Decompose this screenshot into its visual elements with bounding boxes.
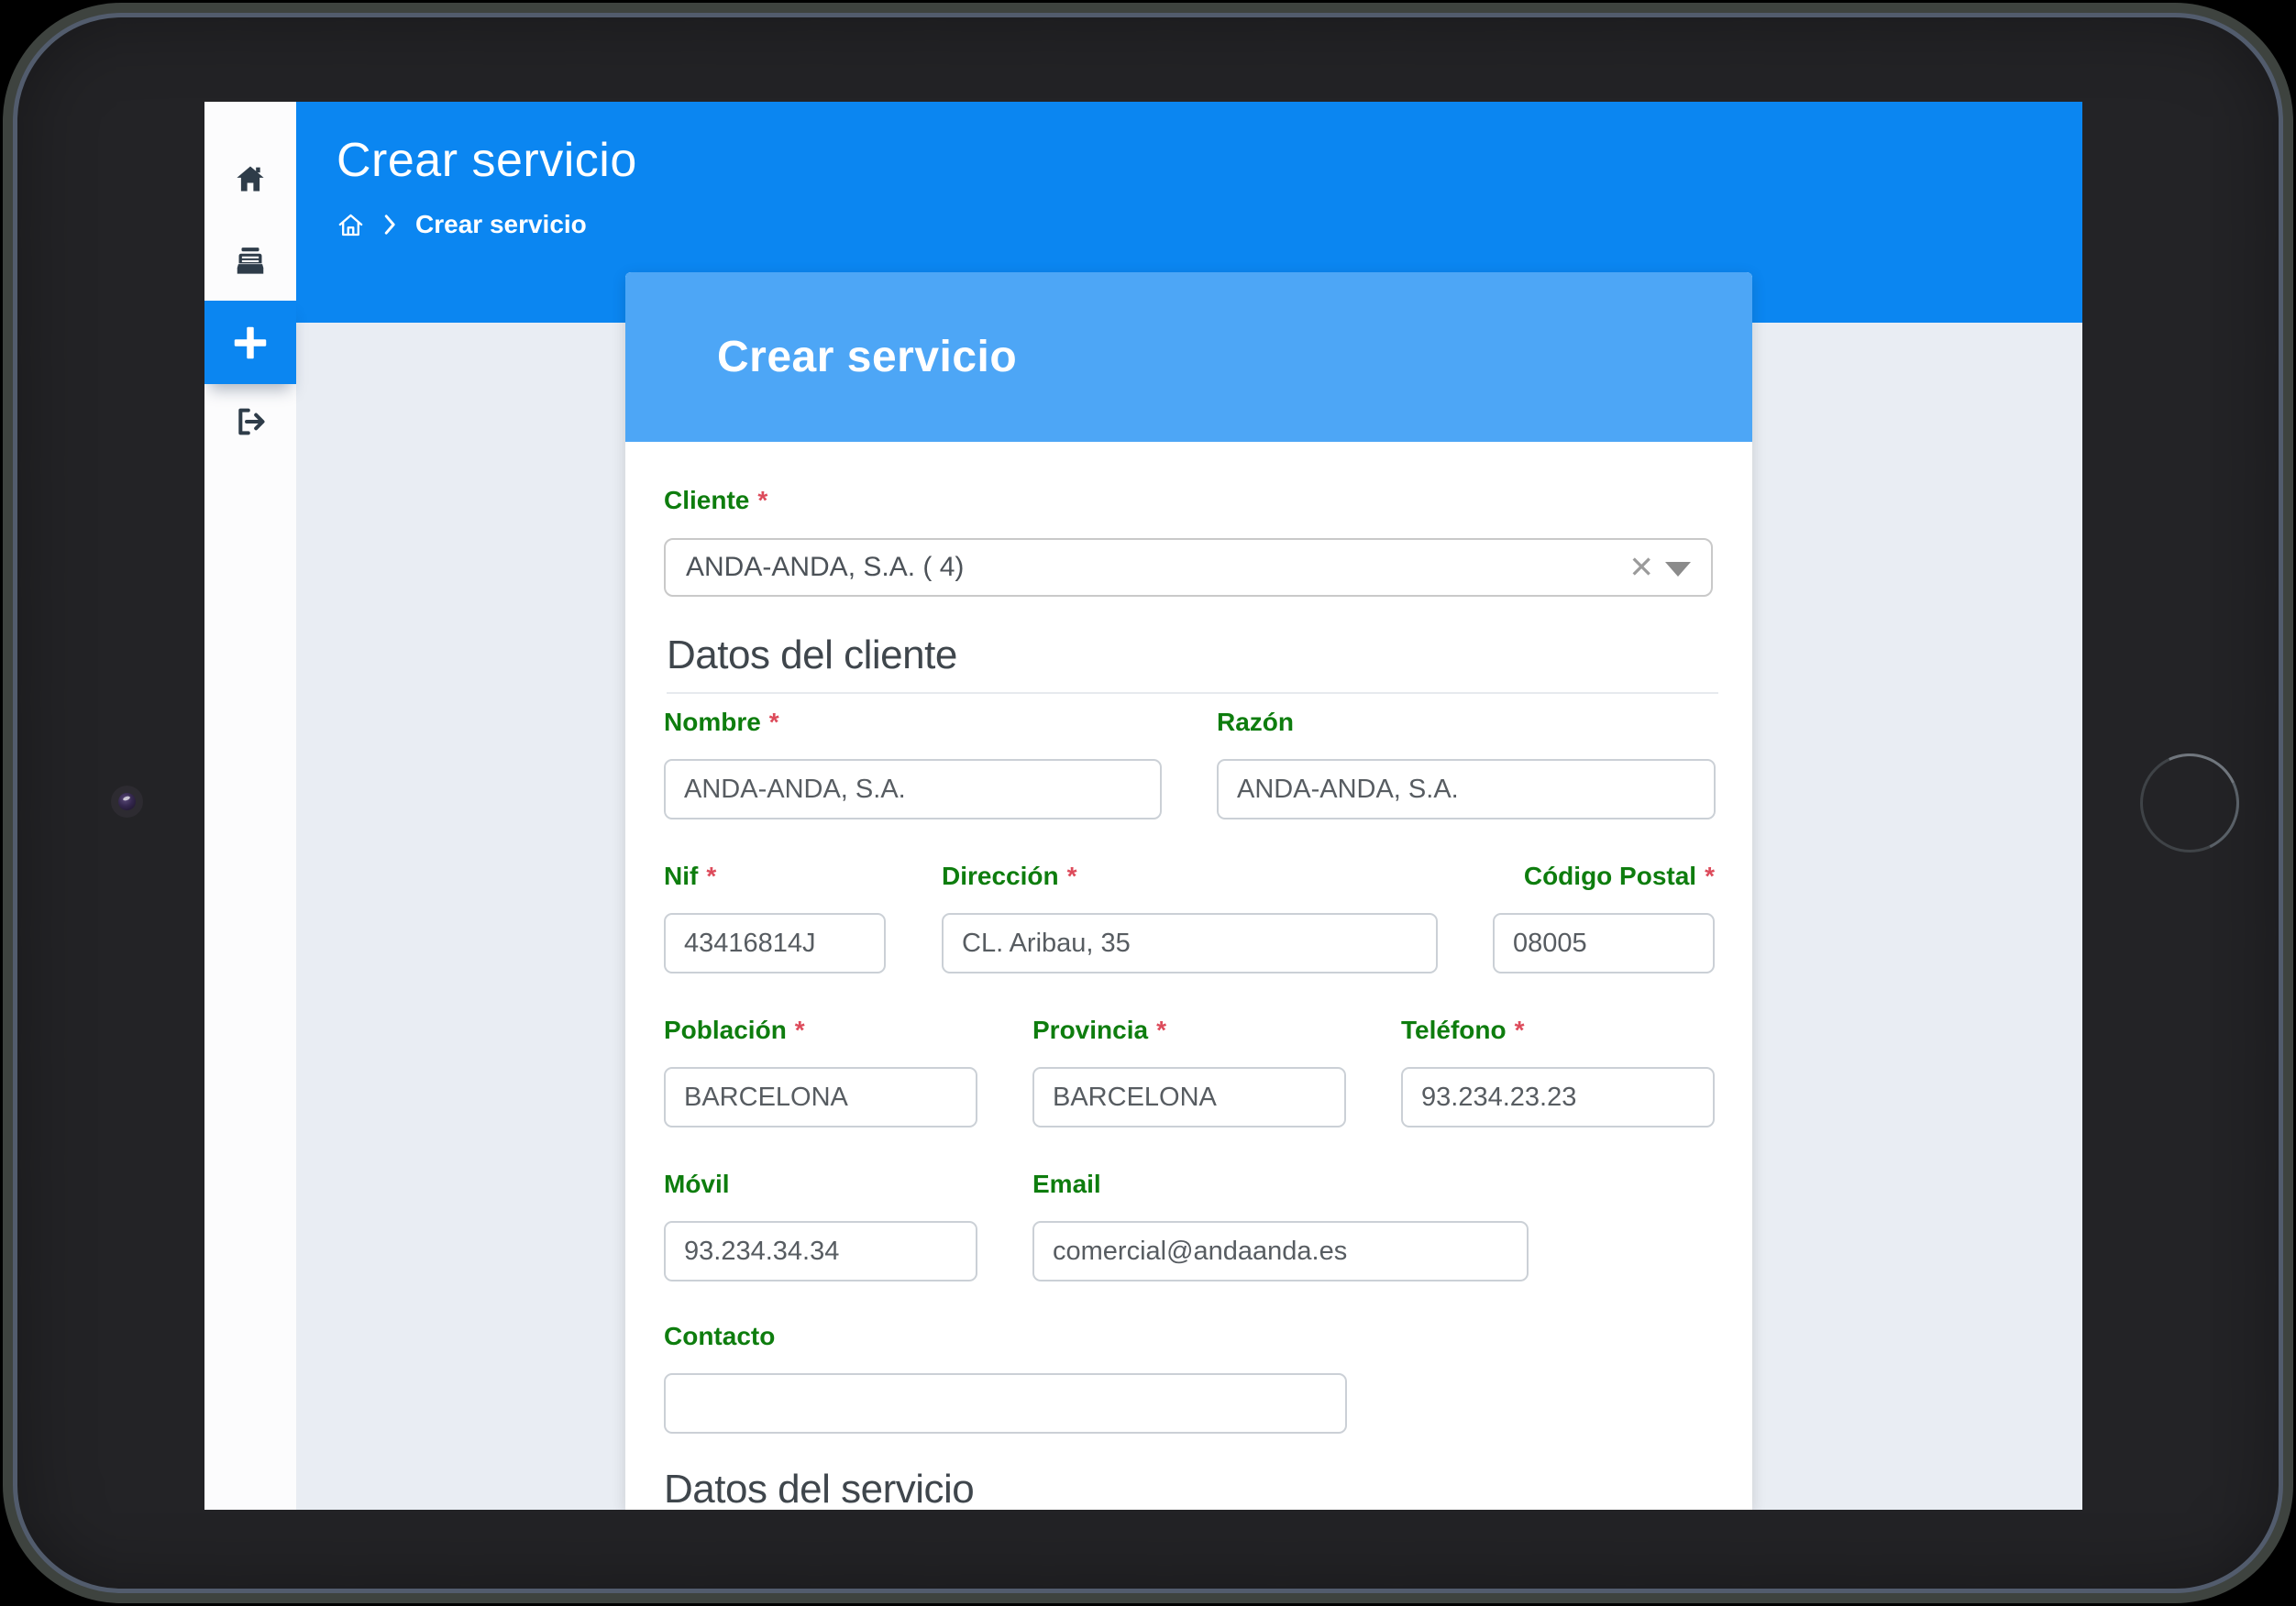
required-asterisk: *: [1705, 862, 1715, 890]
logout-icon: [234, 405, 267, 438]
section-title-datos-servicio: Datos del servicio: [664, 1466, 974, 1510]
email-input[interactable]: [1032, 1221, 1529, 1282]
required-asterisk: *: [1156, 1016, 1166, 1044]
telefono-label: Teléfono*: [1401, 1015, 1715, 1046]
field-poblacion: Población*: [664, 1015, 977, 1128]
section-title-datos-cliente: Datos del cliente: [667, 632, 957, 679]
sidebar-item-print[interactable]: [204, 245, 296, 278]
provincia-label: Provincia*: [1032, 1015, 1346, 1046]
contacto-label: Contacto: [664, 1321, 1347, 1352]
create-service-card: Crear servicio Cliente* ANDA-ANDA, S.A. …: [625, 272, 1752, 1510]
app-screen: Crear servicio Crear servicio: [204, 102, 2082, 1510]
card-title: Crear servicio: [625, 332, 1017, 382]
required-asterisk: *: [1067, 862, 1077, 890]
email-label: Email: [1032, 1169, 1529, 1200]
codigo-postal-input[interactable]: [1493, 913, 1715, 974]
field-provincia: Provincia*: [1032, 1015, 1346, 1128]
poblacion-label: Población*: [664, 1015, 977, 1046]
field-razon: Razón: [1217, 707, 1716, 820]
field-codigo-postal: Código Postal*: [1493, 861, 1715, 974]
direccion-label: Dirección*: [942, 861, 1438, 892]
card-body: Cliente* ANDA-ANDA, S.A. ( 4) ✕ Datos de…: [625, 442, 1752, 1510]
chevron-right-icon: [383, 214, 397, 235]
field-email: Email: [1032, 1169, 1529, 1282]
cliente-select-value: ANDA-ANDA, S.A. ( 4): [686, 552, 964, 583]
tablet-device: Crear servicio Crear servicio: [0, 0, 2296, 1606]
card-header: Crear servicio: [625, 272, 1752, 442]
nombre-input[interactable]: [664, 759, 1162, 820]
poblacion-input[interactable]: [664, 1067, 977, 1128]
sidebar: [204, 102, 296, 1510]
nif-input[interactable]: [664, 913, 886, 974]
sidebar-item-home[interactable]: [204, 162, 296, 195]
razon-input[interactable]: [1217, 759, 1716, 820]
page-title: Crear servicio: [337, 131, 637, 190]
required-asterisk: *: [757, 486, 767, 514]
plus-icon: [229, 322, 271, 364]
clear-icon[interactable]: ✕: [1628, 552, 1654, 582]
caret-down-icon[interactable]: [1665, 562, 1691, 577]
field-direccion: Dirección*: [942, 861, 1438, 974]
required-asterisk: *: [795, 1016, 805, 1044]
razon-label: Razón: [1217, 707, 1716, 738]
breadcrumb: Crear servicio: [337, 206, 587, 243]
movil-label: Móvil: [664, 1169, 977, 1200]
nif-label: Nif*: [664, 861, 886, 892]
field-nif: Nif*: [664, 861, 886, 974]
home-icon: [234, 162, 267, 195]
direccion-input[interactable]: [942, 913, 1438, 974]
required-asterisk: *: [769, 708, 779, 736]
home-outline-icon[interactable]: [337, 211, 365, 239]
section-divider: [667, 692, 1718, 694]
sidebar-item-create[interactable]: [204, 301, 296, 384]
contacto-input[interactable]: [664, 1373, 1347, 1434]
field-telefono: Teléfono*: [1401, 1015, 1715, 1128]
field-movil: Móvil: [664, 1169, 977, 1282]
printer-icon: [233, 244, 268, 279]
field-nombre: Nombre*: [664, 707, 1162, 820]
camera-lens: [111, 786, 143, 818]
home-button-ring: [2140, 754, 2239, 852]
telefono-input[interactable]: [1401, 1067, 1715, 1128]
sidebar-item-logout[interactable]: [204, 405, 296, 438]
required-asterisk: *: [706, 862, 716, 890]
cliente-label: Cliente*: [664, 485, 1713, 516]
field-cliente: Cliente* ANDA-ANDA, S.A. ( 4) ✕: [664, 485, 1713, 597]
movil-input[interactable]: [664, 1221, 977, 1282]
required-asterisk: *: [1515, 1016, 1525, 1044]
breadcrumb-current[interactable]: Crear servicio: [415, 210, 587, 239]
provincia-input[interactable]: [1032, 1067, 1346, 1128]
field-contacto: Contacto: [664, 1321, 1347, 1434]
cliente-select[interactable]: ANDA-ANDA, S.A. ( 4) ✕: [664, 538, 1713, 597]
codigo-postal-label: Código Postal*: [1493, 861, 1715, 892]
nombre-label: Nombre*: [664, 707, 1162, 738]
